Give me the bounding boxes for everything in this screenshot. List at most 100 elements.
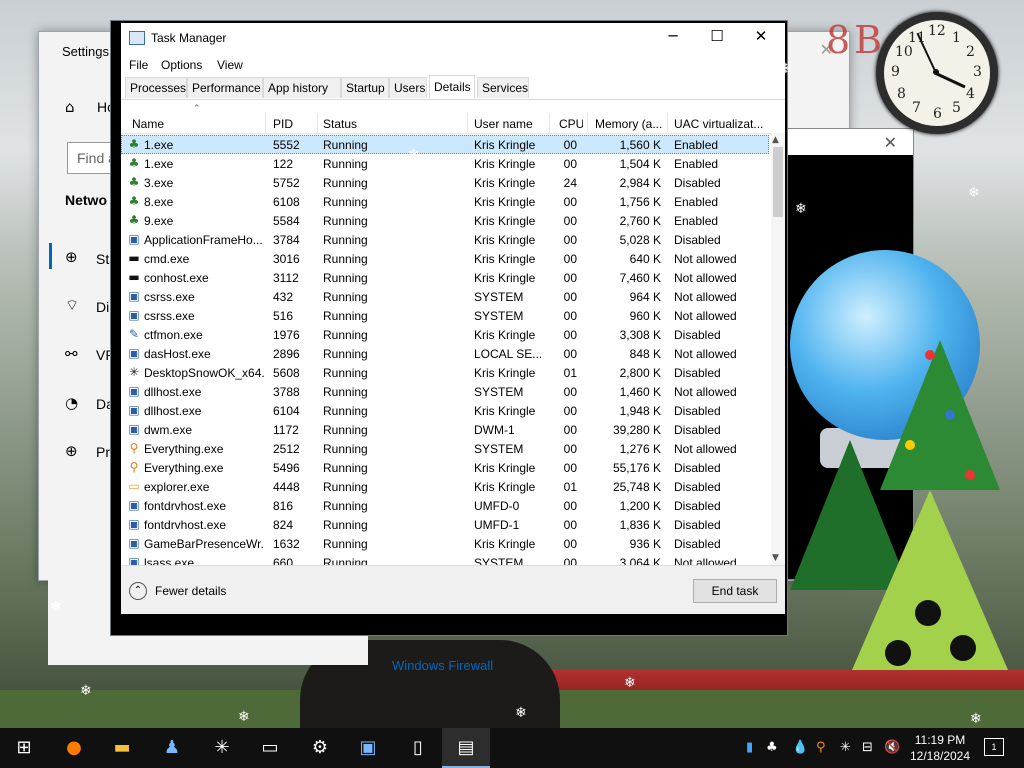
tray-people-icon[interactable]: ♣	[766, 740, 778, 755]
task-manager-window[interactable]: Task Manager ─ ☐ ✕ File Options View Pro…	[110, 20, 788, 636]
black-window-titlebar[interactable]: ✕	[779, 129, 913, 155]
clock-numeral: 7	[912, 100, 921, 116]
table-row[interactable]: ▣ dasHost.exe 2896 Running LOCAL SE... 00 848 …	[121, 344, 769, 363]
maximize-icon[interactable]: ☐	[695, 27, 739, 49]
table-row[interactable]: ▬ cmd.exe 3016 Running Kris Kringle 00 640 K No…	[121, 249, 769, 268]
table-row[interactable]: ▬ conhost.exe 3112 Running Kris Kringle 00 7,4…	[121, 268, 769, 287]
table-row[interactable]: ⚲ Everything.exe 2512 Running SYSTEM 00 1,276 …	[121, 439, 769, 458]
tab-services[interactable]: Services	[477, 77, 529, 98]
menu-options[interactable]: Options	[161, 58, 202, 72]
process-mem: 7,460 K	[619, 271, 661, 285]
fewer-details-link[interactable]: Fewer details	[155, 584, 226, 598]
clock-gadget[interactable]: 12 3 6 9 1 2 4 5 7 8 10 11	[876, 12, 998, 134]
column-cpu[interactable]: CPU	[559, 117, 583, 131]
column-divider[interactable]	[317, 113, 318, 133]
scroll-up-icon[interactable]: ▲	[772, 135, 779, 145]
tab-details[interactable]: Details	[429, 75, 475, 98]
document-icon[interactable]: ▯	[394, 728, 442, 768]
process-user: Kris Kringle	[474, 252, 536, 266]
table-row[interactable]: ♣ 1.exe 122 Running Kris Kringle 00 1,504 K Ena…	[121, 154, 769, 173]
table-row[interactable]: ♣ 1.exe 5552 Running Kris Kringle 00 1,560 K En…	[121, 135, 769, 154]
tab-performance[interactable]: Performance	[187, 77, 263, 98]
clock[interactable]: 11:19 PM 12/18/2024	[908, 732, 972, 764]
people-icon[interactable]: ♟	[148, 728, 196, 768]
process-mem: 1,948 K	[619, 404, 661, 418]
tray-network-icon[interactable]: ⊟	[862, 740, 873, 755]
minimize-icon[interactable]: ─	[651, 27, 695, 49]
tray-blue-icon[interactable]: ▮	[746, 740, 753, 755]
table-row[interactable]: ▣ ApplicationFrameHo... 3784 Running Kris Kr…	[121, 230, 769, 249]
table-row[interactable]: ♣ 3.exe 5752 Running Kris Kringle 24 2,984 K Di…	[121, 173, 769, 192]
column-user-name[interactable]: User name	[474, 117, 546, 131]
table-row[interactable]: ▣ fontdrvhost.exe 824 Running UMFD-1 00 1,836 …	[121, 515, 769, 534]
process-status: Running	[323, 404, 368, 418]
table-row[interactable]: ▭ explorer.exe 4448 Running Kris Kringle 01 25…	[121, 477, 769, 496]
start-icon[interactable]: ⊞	[0, 728, 48, 768]
monitor-icon[interactable]: ▣	[344, 728, 392, 768]
process-mem: 848 K	[629, 347, 661, 361]
process-uac: Disabled	[674, 461, 721, 475]
table-row[interactable]: ⚲ Everything.exe 5496 Running Kris Kringle 00…	[121, 458, 769, 477]
table-row[interactable]: ▣ GameBarPresenceWr... 1632 Running Kris Kri…	[121, 534, 769, 553]
column-status[interactable]: Status	[323, 117, 463, 131]
volume-muted-icon[interactable]: 🔇	[884, 740, 900, 755]
column-divider[interactable]	[587, 113, 588, 133]
settings-icon[interactable]: ⚙	[296, 728, 344, 768]
tab-users[interactable]: Users	[389, 77, 427, 98]
snowflake-icon[interactable]: ✳	[198, 728, 246, 768]
table-row[interactable]: ✳ DesktopSnowOK_x64... 5608 Running Kris Kri…	[121, 363, 769, 382]
scrollbar-thumb[interactable]	[773, 147, 783, 217]
close-icon[interactable]: ✕	[739, 27, 783, 49]
process-name: ctfmon.exe	[144, 328, 203, 342]
table-row[interactable]: ▣ dllhost.exe 3788 Running SYSTEM 00 1,460 K No…	[121, 382, 769, 401]
snowflake: ❄	[624, 675, 636, 691]
column-pid[interactable]: PID	[273, 117, 313, 131]
table-row[interactable]: ▣ dllhost.exe 6104 Running Kris Kringle 00 1,9…	[121, 401, 769, 420]
tray-search-icon[interactable]: ⚲	[816, 740, 826, 755]
task-manager-icon[interactable]: ▤	[442, 728, 490, 768]
process-pid: 1632	[273, 537, 300, 551]
menu-view[interactable]: View	[217, 58, 243, 72]
table-row[interactable]: ✎ ctfmon.exe 1976 Running Kris Kringle 00 3,30…	[121, 325, 769, 344]
process-pid: 2896	[273, 347, 300, 361]
table-row[interactable]: ♣ 9.exe 5584 Running Kris Kringle 00 2,760 K En…	[121, 211, 769, 230]
tab-startup[interactable]: Startup	[341, 77, 389, 98]
vertical-scrollbar[interactable]: ▲ ▼	[771, 133, 785, 565]
table-row[interactable]: ▣ dwm.exe 1172 Running DWM-1 00 39,280 K Disabl…	[121, 420, 769, 439]
process-list[interactable]: ♣ 1.exe 5552 Running Kris Kringle 00 1,560 K En…	[121, 135, 769, 565]
end-task-button[interactable]: End task	[693, 579, 777, 603]
column-divider[interactable]	[265, 113, 266, 133]
table-row[interactable]: ▣ fontdrvhost.exe 816 Running UMFD-0 00 1,200 …	[121, 496, 769, 515]
column-uac-virtualization[interactable]: UAC virtualizat...	[674, 117, 768, 131]
firefox-icon[interactable]: ●	[50, 728, 98, 768]
close-icon[interactable]: ✕	[884, 133, 897, 153]
tab-app-history[interactable]: App history	[263, 77, 341, 98]
notification-icon[interactable]: 1	[984, 738, 1004, 756]
cmd-icon[interactable]: ▭	[246, 728, 294, 768]
task-manager-titlebar[interactable]: Task Manager ─ ☐ ✕	[121, 23, 785, 53]
process-name: csrss.exe	[144, 290, 195, 304]
process-name: dllhost.exe	[144, 385, 202, 399]
scroll-down-icon[interactable]: ▼	[772, 553, 779, 563]
windows-firewall-link[interactable]: Windows Firewall	[392, 658, 493, 673]
chevron-up-icon[interactable]: ⌃	[129, 582, 147, 600]
table-row[interactable]: ♣ 8.exe 6108 Running Kris Kringle 00 1,756 K En…	[121, 192, 769, 211]
tab-processes[interactable]: Processes	[125, 77, 187, 98]
file-explorer-icon[interactable]: ▬	[98, 728, 146, 768]
tray-drop-icon[interactable]: 💧	[792, 740, 808, 755]
process-cpu: 24	[563, 176, 577, 190]
table-row[interactable]: ▣ csrss.exe 516 Running SYSTEM 00 960 K Not all…	[121, 306, 769, 325]
snowflake: ❄	[80, 683, 92, 699]
process-mem: 2,800 K	[619, 366, 661, 380]
clock-numeral: 6	[933, 106, 942, 122]
column-divider[interactable]	[549, 113, 550, 133]
column-name[interactable]: Name	[132, 117, 262, 131]
menu-file[interactable]: File	[129, 58, 148, 72]
tray-snowflake-icon[interactable]: ✳	[840, 740, 851, 755]
column-divider[interactable]	[667, 113, 668, 133]
column-divider[interactable]	[467, 113, 468, 133]
snowflake: ❄	[382, 267, 394, 283]
table-row[interactable]: ▣ csrss.exe 432 Running SYSTEM 00 964 K Not all…	[121, 287, 769, 306]
table-row[interactable]: ▣ lsass.exe 660 Running SYSTEM 00 3,064 K Not a…	[121, 553, 769, 565]
column-memory[interactable]: Memory (a...	[595, 117, 667, 131]
